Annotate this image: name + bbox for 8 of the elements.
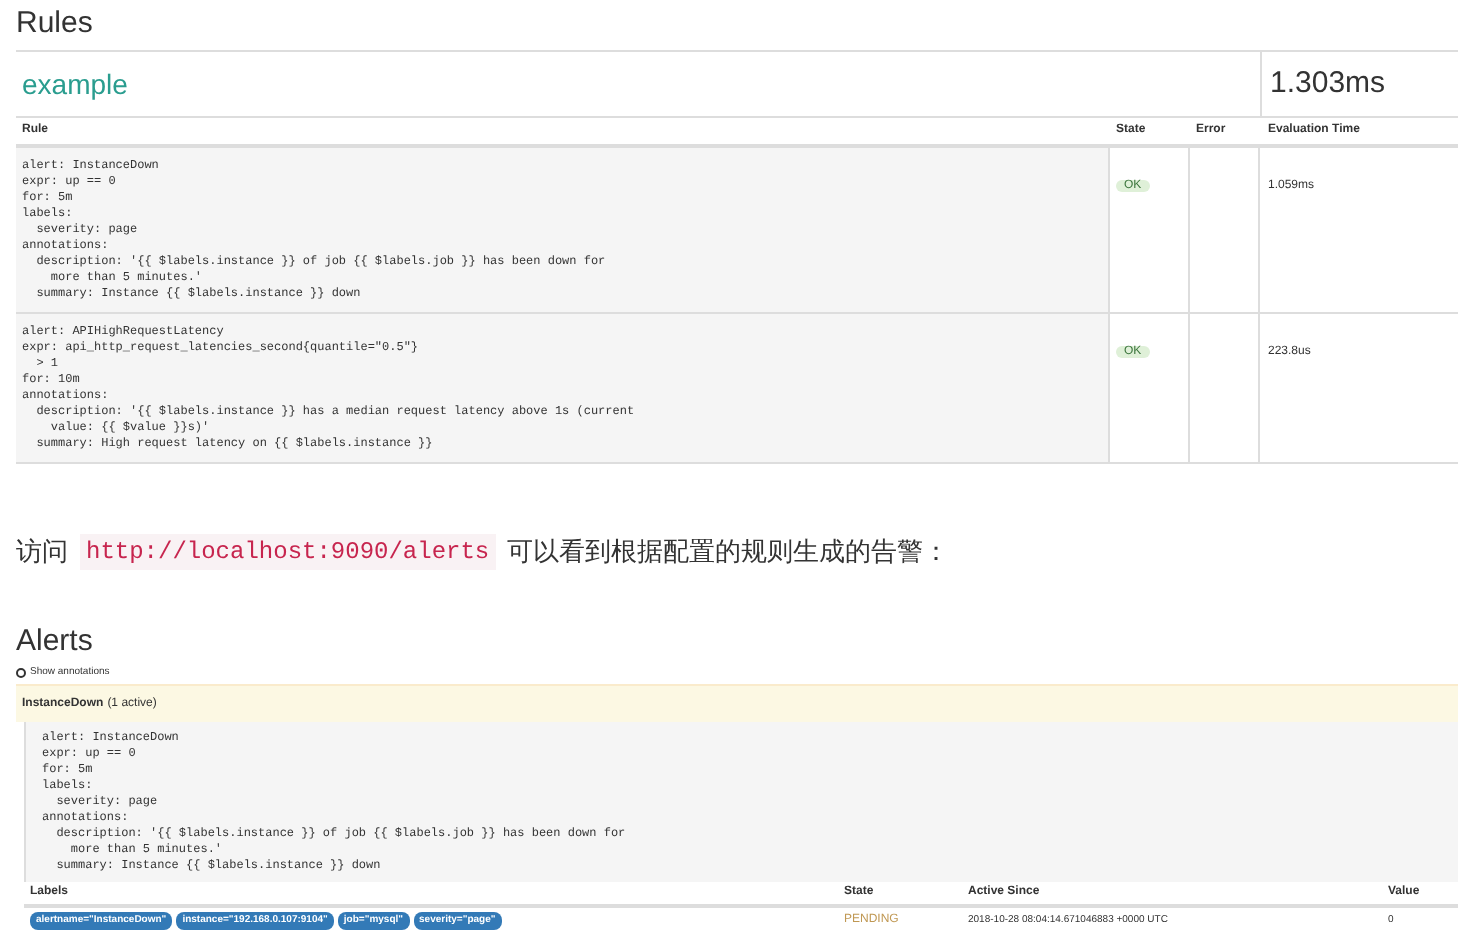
section-title: Alerts: [16, 623, 95, 659]
url-link[interactable]: http://localhost:9090/alerts: [80, 533, 496, 570]
paragraph-text: 访问: [16, 534, 68, 570]
paragraph-text: 可以看到根据配置的规则生成的告警：: [507, 534, 950, 570]
checkbox-icon[interactable]: [16, 667, 26, 678]
section-title: Rules: [16, 6, 95, 42]
group-name: example: [20, 65, 130, 104]
group-evaluation-time: 1.303ms: [1260, 52, 1458, 116]
